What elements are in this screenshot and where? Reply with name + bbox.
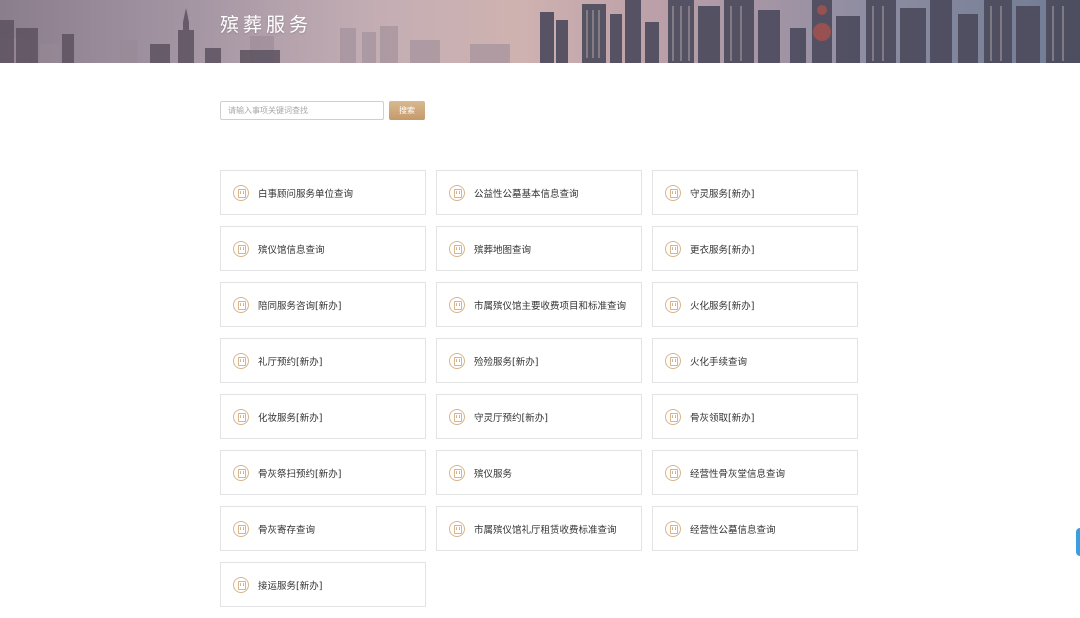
search-input[interactable]: [220, 101, 384, 120]
service-label: 骨灰祭扫预约[新办]: [258, 468, 342, 480]
service-card[interactable]: 殡仪馆信息查询: [220, 226, 426, 271]
service-card[interactable]: 骨灰寄存查询: [220, 506, 426, 551]
certificate-icon: [233, 240, 249, 257]
service-card[interactable]: 守灵厅预约[新办]: [436, 394, 642, 439]
service-card[interactable]: 殓殓服务[新办]: [436, 338, 642, 383]
certificate-icon: [449, 520, 465, 537]
service-label: 骨灰寄存查询: [258, 524, 316, 536]
certificate-icon: [449, 464, 465, 481]
certificate-icon: [233, 296, 249, 313]
service-label: 市属殡仪馆主要收费项目和标准查询: [474, 300, 627, 312]
service-label: 火化手续查询: [690, 356, 748, 368]
page-title: 殡葬服务: [220, 14, 313, 36]
certificate-icon: [665, 352, 681, 369]
service-card[interactable]: 更衣服务[新办]: [652, 226, 858, 271]
service-card[interactable]: 接运服务[新办]: [220, 562, 426, 607]
service-label: 骨灰领取[新办]: [690, 412, 755, 424]
service-label: 守灵服务[新办]: [690, 188, 755, 200]
service-card[interactable]: 陪同服务咨询[新办]: [220, 282, 426, 327]
service-card[interactable]: 火化手续查询: [652, 338, 858, 383]
service-label: 接运服务[新办]: [258, 580, 323, 592]
service-card[interactable]: 骨灰祭扫预约[新办]: [220, 450, 426, 495]
service-card[interactable]: 市属殡仪馆主要收费项目和标准查询: [436, 282, 642, 327]
service-label: 陪同服务咨询[新办]: [258, 300, 342, 312]
service-label: 礼厅预约[新办]: [258, 356, 323, 368]
floating-side-tab[interactable]: [1076, 528, 1080, 556]
certificate-icon: [665, 408, 681, 425]
service-card[interactable]: 火化服务[新办]: [652, 282, 858, 327]
certificate-icon: [449, 296, 465, 313]
service-card[interactable]: 殡仪服务: [436, 450, 642, 495]
service-card[interactable]: 市属殡仪馆礼厅租赁收费标准查询: [436, 506, 642, 551]
service-card[interactable]: 白事顾问服务单位查询: [220, 170, 426, 215]
certificate-icon: [233, 464, 249, 481]
service-card[interactable]: 经营性公墓信息查询: [652, 506, 858, 551]
search-button[interactable]: 搜索: [389, 101, 425, 120]
certificate-icon: [449, 184, 465, 201]
service-card[interactable]: 守灵服务[新办]: [652, 170, 858, 215]
service-label: 殡仪馆信息查询: [258, 244, 325, 256]
service-card[interactable]: 经营性骨灰堂信息查询: [652, 450, 858, 495]
service-label: 殡仪服务: [474, 468, 513, 480]
service-label: 火化服务[新办]: [690, 300, 755, 312]
certificate-icon: [449, 408, 465, 425]
service-label: 化妆服务[新办]: [258, 412, 323, 424]
certificate-icon: [665, 240, 681, 257]
service-card[interactable]: 礼厅预约[新办]: [220, 338, 426, 383]
city-skyline-image: [0, 0, 1080, 63]
service-card[interactable]: 骨灰领取[新办]: [652, 394, 858, 439]
service-card[interactable]: 公益性公墓基本信息查询: [436, 170, 642, 215]
service-label: 经营性公墓信息查询: [690, 524, 776, 536]
service-label: 白事顾问服务单位查询: [258, 188, 354, 200]
service-label: 市属殡仪馆礼厅租赁收费标准查询: [474, 524, 617, 536]
service-label: 公益性公墓基本信息查询: [474, 188, 579, 200]
certificate-icon: [449, 240, 465, 257]
certificate-icon: [233, 520, 249, 537]
service-label: 更衣服务[新办]: [690, 244, 755, 256]
service-label: 殓殓服务[新办]: [474, 356, 539, 368]
service-label: 守灵厅预约[新办]: [474, 412, 548, 424]
certificate-icon: [665, 184, 681, 201]
certificate-icon: [233, 408, 249, 425]
certificate-icon: [449, 352, 465, 369]
service-card[interactable]: 化妆服务[新办]: [220, 394, 426, 439]
certificate-icon: [233, 352, 249, 369]
certificate-icon: [233, 184, 249, 201]
certificate-icon: [233, 576, 249, 593]
header-banner: 殡葬服务: [0, 0, 1080, 63]
service-grid: 白事顾问服务单位查询 公益性公墓基本信息查询 守灵服务[新办] 殡仪馆信息查询 …: [220, 170, 858, 607]
service-label: 经营性骨灰堂信息查询: [690, 468, 786, 480]
certificate-icon: [665, 520, 681, 537]
service-label: 殡葬地图查询: [474, 244, 532, 256]
certificate-icon: [665, 296, 681, 313]
certificate-icon: [665, 464, 681, 481]
service-card[interactable]: 殡葬地图查询: [436, 226, 642, 271]
